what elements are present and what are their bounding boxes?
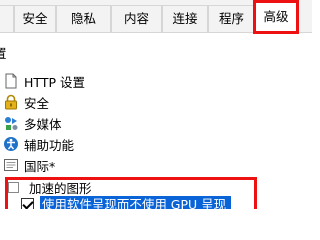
tab-content[interactable]: 内容 xyxy=(111,5,162,32)
tree-item-international[interactable]: 国际* xyxy=(3,155,55,175)
tree-item-security[interactable]: 安全 xyxy=(3,92,49,112)
settings-heading: 置 xyxy=(0,46,7,61)
tab-general[interactable] xyxy=(0,5,14,32)
group-label: 加速的图形 xyxy=(29,180,92,196)
document-icon xyxy=(3,157,19,173)
tree-group-accelerated-graphics[interactable]: 加速的图形 xyxy=(8,177,92,197)
group-box-icon xyxy=(8,181,19,193)
tree-item-label: 辅助功能 xyxy=(24,137,75,153)
internet-options-advanced-window: 安全 隐私 内容 连接 程序 高级 置 HTTP 设置 安全 多媒体 辅助功能 … xyxy=(0,0,312,209)
tree-item-accessibility[interactable]: 辅助功能 xyxy=(3,134,74,154)
tab-advanced[interactable]: 高级 xyxy=(255,2,297,33)
tree-item-label: HTTP 设置 xyxy=(24,74,85,90)
tab-strip: 安全 隐私 内容 连接 程序 高级 xyxy=(0,0,312,33)
document-icon xyxy=(3,73,19,89)
tree-item-label: 多媒体 xyxy=(24,116,62,132)
multimedia-icon xyxy=(3,115,19,131)
accessibility-icon xyxy=(3,136,19,152)
tab-security[interactable]: 安全 xyxy=(14,5,56,32)
tree-item-label: 国际* xyxy=(24,158,56,174)
tree-item-multimedia[interactable]: 多媒体 xyxy=(3,113,62,133)
tab-connections[interactable]: 连接 xyxy=(162,5,208,32)
tab-privacy[interactable]: 隐私 xyxy=(56,5,111,32)
tree-item-label: 安全 xyxy=(24,95,50,111)
tab-programs[interactable]: 程序 xyxy=(208,5,255,32)
checkbox-software-rendering[interactable] xyxy=(21,197,34,209)
option-label: 使用软件呈现而不使用 GPU 呈现* xyxy=(39,195,231,209)
option-software-rendering[interactable]: 使用软件呈现而不使用 GPU 呈现* xyxy=(21,195,231,209)
tree-item-http-settings[interactable]: HTTP 设置 xyxy=(3,71,85,91)
lock-icon xyxy=(3,94,19,110)
